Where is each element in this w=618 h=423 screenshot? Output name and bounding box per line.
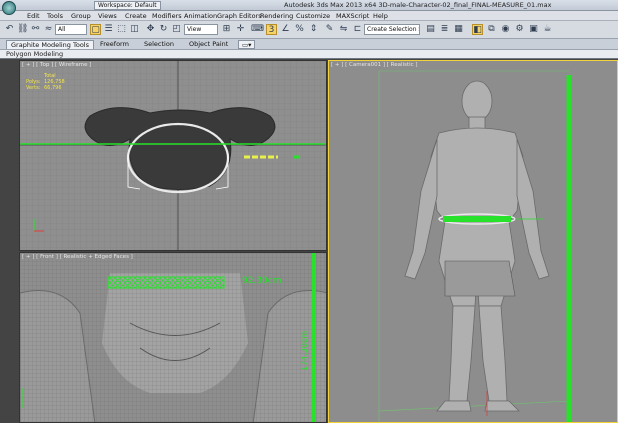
menu-animation[interactable]: Animation xyxy=(184,12,217,20)
material-editor-icon[interactable]: ◉ xyxy=(500,24,511,35)
height-measure-label: 174.30cm xyxy=(300,330,309,371)
layer-manager-icon[interactable]: ≣ xyxy=(439,24,450,35)
toggle-scene-explorer-icon[interactable]: ▤ xyxy=(425,24,436,35)
rendered-frame-window-icon[interactable]: ▣ xyxy=(528,24,539,35)
camera-view-canvas xyxy=(329,61,617,422)
viewport-label[interactable]: [ + ] [ Top ] [ Wireframe ] xyxy=(22,62,91,68)
menu-create[interactable]: Create xyxy=(125,12,147,20)
undo-icon[interactable]: ↶ xyxy=(4,24,15,35)
statistics-overlay: Total Polys: 126,758 Verts: 66,796 xyxy=(26,73,65,91)
viewport-camera[interactable]: [ + ] [ Camera001 ] [ Realistic ] xyxy=(328,60,618,423)
curve-editor-icon[interactable]: ◧ xyxy=(472,24,483,35)
workspace-selector[interactable]: Workspace: Default xyxy=(94,1,161,10)
menu-edit[interactable]: Edit xyxy=(27,12,40,20)
viewport-front[interactable]: [ + ] [ Front ] [ Realistic + Edged Face… xyxy=(19,252,327,423)
app-logo-icon[interactable] xyxy=(2,1,16,15)
selection-filter-dropdown[interactable]: All xyxy=(55,24,87,35)
viewport-label[interactable]: [ + ] [ Camera001 ] [ Realistic ] xyxy=(331,62,418,68)
select-move-icon[interactable]: ✥ xyxy=(145,24,156,35)
select-by-name-icon[interactable]: ☰ xyxy=(103,24,114,35)
graphite-toggle-icon[interactable]: ▦ xyxy=(453,24,464,35)
select-scale-icon[interactable]: ◰ xyxy=(171,24,182,35)
bind-space-warp-icon[interactable]: ≈ xyxy=(43,24,54,35)
title-bar: Workspace: Default Autodesk 3ds Max 2013… xyxy=(0,0,618,11)
viewport-top[interactable]: [ + ] [ Top ] [ Wireframe ] Total Polys:… xyxy=(19,60,327,251)
mirror-icon[interactable]: ⇋ xyxy=(338,24,349,35)
pivot-center-icon[interactable]: ⊞ xyxy=(221,24,232,35)
tab-graphite-modeling-tools[interactable]: Graphite Modeling Tools xyxy=(6,40,95,49)
rectangular-selection-icon[interactable]: ⬚ xyxy=(116,24,127,35)
percent-snap-icon[interactable]: % xyxy=(294,24,305,35)
menu-bar: Edit Tools Group Views Create Modifiers … xyxy=(0,11,618,21)
named-selection-dropdown[interactable]: Create Selection Se xyxy=(364,24,420,35)
render-setup-icon[interactable]: ⚙ xyxy=(514,24,525,35)
polygon-modeling-panel[interactable]: Polygon Modeling xyxy=(6,50,63,59)
tab-selection[interactable]: Selection xyxy=(140,40,178,49)
select-object-icon[interactable]: ▢ xyxy=(90,24,101,35)
select-rotate-icon[interactable]: ↻ xyxy=(158,24,169,35)
ribbon-panel: Polygon Modeling xyxy=(0,50,618,59)
menu-tools[interactable]: Tools xyxy=(47,12,63,20)
ribbon-tabs: Graphite Modeling Tools Freeform Selecti… xyxy=(0,39,618,50)
menu-maxscript[interactable]: MAXScript xyxy=(336,12,369,20)
menu-views[interactable]: Views xyxy=(98,12,117,20)
viewport-label[interactable]: [ + ] [ Front ] [ Realistic + Edged Face… xyxy=(22,254,133,260)
unlink-icon[interactable]: ⚯ xyxy=(30,24,41,35)
select-link-icon[interactable]: ⛓ xyxy=(17,24,28,35)
angle-snap-icon[interactable]: ∠ xyxy=(280,24,291,35)
waist-measure-label: 92.30cm xyxy=(242,276,282,286)
tab-freeform[interactable]: Freeform xyxy=(96,40,133,49)
menu-graph-editors[interactable]: Graph Editors xyxy=(217,12,262,20)
menu-help[interactable]: Help xyxy=(373,12,388,20)
stats-verts-label: Verts: xyxy=(26,85,41,91)
stats-verts-value: 66,796 xyxy=(44,85,62,91)
align-icon[interactable]: ⊏ xyxy=(352,24,363,35)
render-production-icon[interactable]: ☕ xyxy=(542,24,553,35)
spinner-snap-icon[interactable]: ⇕ xyxy=(308,24,319,35)
schematic-view-icon[interactable]: ⧉ xyxy=(486,24,497,35)
menu-modifiers[interactable]: Modifiers xyxy=(152,12,182,20)
ribbon-options-icon[interactable]: ▭▾ xyxy=(238,40,256,49)
select-manipulate-icon[interactable]: ✛ xyxy=(235,24,246,35)
window-title: Autodesk 3ds Max 2013 x64 3D-male-Charac… xyxy=(284,1,552,9)
menu-rendering[interactable]: Rendering xyxy=(260,12,293,20)
main-toolbar: ↶ ⛓ ⚯ ≈ All ▢ ☰ ⬚ ◫ ✥ ↻ ◰ View ⊞ ✛ ⌨ 3 ∠… xyxy=(0,21,618,39)
top-view-canvas xyxy=(20,61,326,250)
tab-object-paint[interactable]: Object Paint xyxy=(185,40,232,49)
keyboard-shortcut-override-icon[interactable]: ⌨ xyxy=(251,24,264,35)
snaps-toggle-icon[interactable]: 3 xyxy=(266,24,277,35)
window-crossing-icon[interactable]: ◫ xyxy=(129,24,140,35)
edit-named-selection-icon[interactable]: ✎ xyxy=(324,24,335,35)
menu-customize[interactable]: Customize xyxy=(296,12,330,20)
menu-group[interactable]: Group xyxy=(71,12,91,20)
reference-coordinate-dropdown[interactable]: View xyxy=(184,24,218,35)
